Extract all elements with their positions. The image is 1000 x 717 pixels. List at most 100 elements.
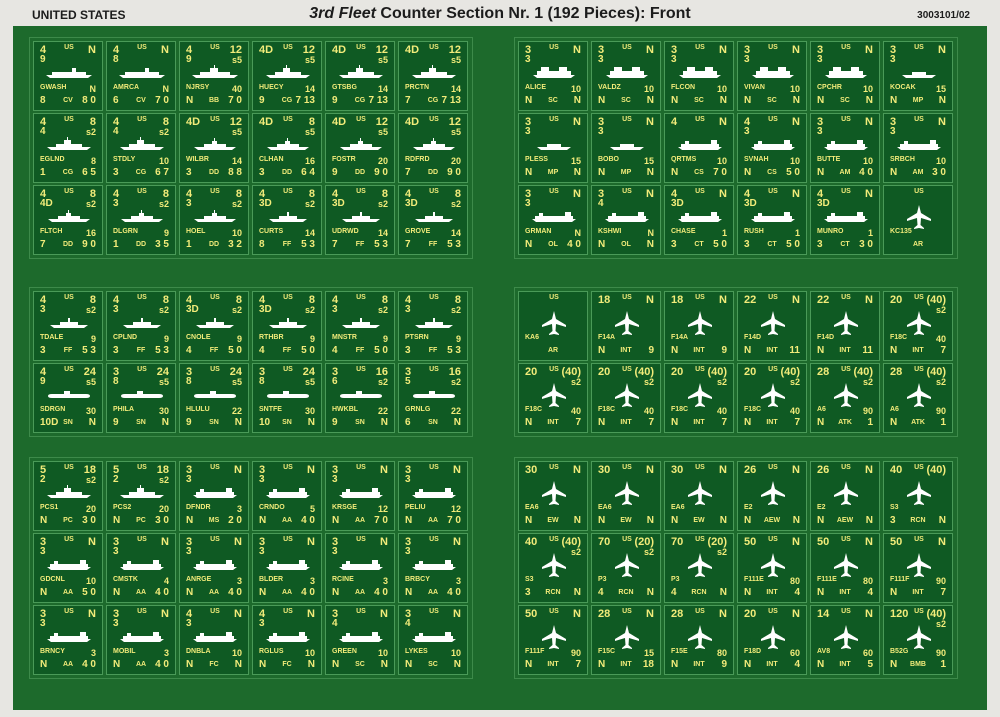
unit-counter[interactable]: 4 3 US 8 s2 MNSTR 9 4 FF 5 0 xyxy=(325,291,395,361)
unit-counter[interactable]: 28 US (40) s2 A6 90 N ATK 1 xyxy=(883,363,953,433)
unit-counter[interactable]: 50 US N F111F 90 N INT 7 xyxy=(883,533,953,603)
unit-counter[interactable]: 3 3 US N MOBIL 3 N AA 4 0 xyxy=(106,605,176,675)
unit-counter[interactable]: 4 3 US N DNBLA 10 N FC N xyxy=(179,605,249,675)
unit-counter[interactable]: 3 3 US N GRMAN N N OL 4 0 xyxy=(518,185,588,255)
unit-counter[interactable]: 3 3 US N BUTTE 10 N AM 4 0 xyxy=(810,113,880,183)
counter-name: E2 xyxy=(744,504,753,511)
unit-counter[interactable]: 3 8 US 24 s5 PHILA 30 9 SN N xyxy=(106,363,176,433)
unit-counter[interactable]: 3 3 US N VIVAN 10 N SC N xyxy=(737,41,807,111)
unit-counter[interactable]: 3 3 US N PLESS 15 N MP N xyxy=(518,113,588,183)
unit-counter[interactable]: 5 2 US 18 s2 PCS2 20 N PC 3 0 xyxy=(106,461,176,531)
unit-counter[interactable]: 3 3 US N PELIU 12 N AA 7 0 xyxy=(398,461,468,531)
unit-counter[interactable]: 3 5 US 16 s2 GRNLG 22 6 SN N xyxy=(398,363,468,433)
unit-counter[interactable]: 3 3 US N SRBCH 10 N AM 3 0 xyxy=(883,113,953,183)
unit-counter[interactable]: 3 8 US 24 s5 SNTFE 30 10 SN N xyxy=(252,363,322,433)
unit-counter[interactable]: 3 3 US N BLDER 3 N AA 4 0 xyxy=(252,533,322,603)
unit-counter[interactable]: 3 3 US N VALDZ 10 N SC N xyxy=(591,41,661,111)
unit-counter[interactable]: 40 US (40) s2 S3 3 RCN N xyxy=(518,533,588,603)
unit-counter[interactable]: 3 3 US N CMSTK 4 N AA 4 0 xyxy=(106,533,176,603)
unit-counter[interactable]: 3 3 US N GDCNL 10 N AA 5 0 xyxy=(33,533,103,603)
unit-counter[interactable]: 26 US N E2 N AEW N xyxy=(737,461,807,531)
unit-counter[interactable]: 70 US (20) s2 P3 4 RCN N xyxy=(591,533,661,603)
unit-counter[interactable]: US KA6 AR xyxy=(518,291,588,361)
unit-counter[interactable]: 4 3D US N CHASE 1 3 CT 5 0 xyxy=(664,185,734,255)
unit-counter[interactable]: 70 US (20) s2 P3 4 RCN N xyxy=(664,533,734,603)
unit-counter[interactable]: 4D US 12 s5 GTSBG 14 9 CG 7 13 xyxy=(325,41,395,111)
unit-counter[interactable]: 30 US N EA6 N EW N xyxy=(664,461,734,531)
unit-counter[interactable]: 4 3D US N RUSH 1 3 CT 5 0 xyxy=(737,185,807,255)
unit-counter[interactable]: 4 3 US 8 s2 DLGRN 9 1 DD 3 5 xyxy=(106,185,176,255)
unit-counter[interactable]: 4 US N QRTMS 10 N CS 7 0 xyxy=(664,113,734,183)
unit-counter[interactable]: 26 US N E2 N AEW N xyxy=(810,461,880,531)
unit-counter[interactable]: 4D US 12 s5 FOSTR 20 9 DD 9 0 xyxy=(325,113,395,183)
unit-counter[interactable]: 3 3 US N ANRGE 3 N AA 4 0 xyxy=(179,533,249,603)
nation-mark: US xyxy=(549,294,559,301)
counter-bottom-right: 7 13 xyxy=(295,95,315,106)
unit-counter[interactable]: 4D US 8 s5 CLHAN 16 3 DD 6 4 xyxy=(252,113,322,183)
unit-counter[interactable]: 3 4 US N KSHWI N N OL N xyxy=(591,185,661,255)
unit-counter[interactable]: 3 3 US N ALICE 10 N SC N xyxy=(518,41,588,111)
unit-counter[interactable]: 18 US N F14A N INT 9 xyxy=(664,291,734,361)
unit-counter[interactable]: 3 6 US 16 s2 HWKBL 22 9 SN N xyxy=(325,363,395,433)
unit-counter[interactable]: 3 4 US N GREEN 10 N SC N xyxy=(325,605,395,675)
unit-counter[interactable]: 3 3 US N BRNCY 3 N AA 4 0 xyxy=(33,605,103,675)
unit-counter[interactable]: 4 3 US 8 s2 HOEL 10 1 DD 3 2 xyxy=(179,185,249,255)
unit-counter[interactable]: 120 US (40) s2 B52G 90 N BMB 1 xyxy=(883,605,953,675)
unit-counter[interactable]: 4 3D US N MUNRO 1 3 CT 3 0 xyxy=(810,185,880,255)
unit-counter[interactable]: 3 3 US N KOCAK 15 N MP N xyxy=(883,41,953,111)
unit-counter[interactable]: 4 3D US 8 s2 UDRWD 14 7 FF 5 3 xyxy=(325,185,395,255)
counter-name: F111F xyxy=(890,576,910,583)
unit-counter[interactable]: 4 9 US N GWASH N 8 CV 8 0 xyxy=(33,41,103,111)
unit-counter[interactable]: 4D US 12 s5 RDFRD 20 7 DD 9 0 xyxy=(398,113,468,183)
unit-counter[interactable]: 14 US N AV8 60 N INT 5 xyxy=(810,605,880,675)
unit-counter[interactable]: 4 3D US 8 s2 GROVE 14 7 FF 5 3 xyxy=(398,185,468,255)
unit-counter[interactable]: 20 US N F18D 60 N INT 4 xyxy=(737,605,807,675)
unit-counter[interactable]: 4 3 US N SVNAH 10 N CS 5 0 xyxy=(737,113,807,183)
unit-counter[interactable]: 50 US N F111E 80 N INT 4 xyxy=(810,533,880,603)
unit-counter[interactable]: 3 3 US N BOBO 15 N MP N xyxy=(591,113,661,183)
unit-counter[interactable]: 4 3 US 8 s2 TDALE 9 3 FF 5 3 xyxy=(33,291,103,361)
unit-counter[interactable]: 28 US N F15E 80 N INT 9 xyxy=(664,605,734,675)
unit-counter[interactable]: 30 US N EA6 N EW N xyxy=(591,461,661,531)
unit-counter[interactable]: 3 3 US N KRSGE 12 N AA 7 0 xyxy=(325,461,395,531)
unit-counter[interactable]: 50 US N F111F 90 N INT 7 xyxy=(518,605,588,675)
unit-counter[interactable]: 30 US N EA6 N EW N xyxy=(518,461,588,531)
unit-counter[interactable]: 22 US N F14D N INT 11 xyxy=(737,291,807,361)
unit-counter[interactable]: 3 3 US N DFNDR 3 N MS 2 0 xyxy=(179,461,249,531)
unit-counter[interactable]: 3 3 US N FLCON 10 N SC N xyxy=(664,41,734,111)
unit-counter[interactable]: 5 2 US 18 s2 PCS1 20 N PC 3 0 xyxy=(33,461,103,531)
unit-counter[interactable]: 4 3D US 8 s2 CURTS 14 8 FF 5 3 xyxy=(252,185,322,255)
unit-counter[interactable]: 4D US 12 s5 PRCTN 14 7 CG 7 13 xyxy=(398,41,468,111)
unit-counter[interactable]: 20 US (40) s2 F18C 40 N INT 7 xyxy=(883,291,953,361)
unit-counter[interactable]: 3 3 US N RCINE 3 N AA 4 0 xyxy=(325,533,395,603)
unit-counter[interactable]: 28 US (40) s2 A6 90 N ATK 1 xyxy=(810,363,880,433)
unit-counter[interactable]: 4 4D US 8 s2 FLTCH 16 7 DD 9 0 xyxy=(33,185,103,255)
unit-counter[interactable]: 20 US (40) s2 F18C 40 N INT 7 xyxy=(664,363,734,433)
unit-counter[interactable]: 4D US 12 s5 WILBR 14 3 DD 8 8 xyxy=(179,113,249,183)
unit-counter[interactable]: 3 8 US 24 s5 HLULU 22 9 SN N xyxy=(179,363,249,433)
unit-counter[interactable]: 4 4 US 8 s2 STDLY 10 3 CG 6 7 xyxy=(106,113,176,183)
unit-counter[interactable]: 3 3 US N CPCHR 10 N SC N xyxy=(810,41,880,111)
unit-counter[interactable]: 3 3 US N BRBCY 3 N AA 4 0 xyxy=(398,533,468,603)
unit-counter[interactable]: 28 US N F15C 15 N INT 18 xyxy=(591,605,661,675)
unit-counter[interactable]: 4 3 US 8 s2 PTSRN 9 3 FF 5 3 xyxy=(398,291,468,361)
unit-counter[interactable]: 4D US 12 s5 HUECY 14 9 CG 7 13 xyxy=(252,41,322,111)
unit-counter[interactable]: 4 4 US 8 s2 EGLND 8 1 CG 6 5 xyxy=(33,113,103,183)
unit-counter[interactable]: 4 3 US 8 s2 CPLND 9 3 FF 5 3 xyxy=(106,291,176,361)
unit-counter[interactable]: 18 US N F14A N INT 9 xyxy=(591,291,661,361)
unit-counter[interactable]: 20 US (40) s2 F18C 40 N INT 7 xyxy=(518,363,588,433)
unit-counter[interactable]: 3 3 US N CRNDO 5 N AA 4 0 xyxy=(252,461,322,531)
unit-counter[interactable]: 4 3D US 8 s2 RTHBR 9 4 FF 5 0 xyxy=(252,291,322,361)
unit-counter[interactable]: 20 US (40) s2 F18C 40 N INT 7 xyxy=(591,363,661,433)
unit-counter[interactable]: 4 3 US N RGLUS 10 N FC N xyxy=(252,605,322,675)
unit-counter[interactable]: 3 4 US N LYKES 10 N SC N xyxy=(398,605,468,675)
unit-counter[interactable]: 4 9 US 24 s5 SDRGN 30 10D SN N xyxy=(33,363,103,433)
unit-counter[interactable]: 50 US N F111E 80 N INT 4 xyxy=(737,533,807,603)
unit-counter[interactable]: 4 9 US 12 s5 NJRSY 40 N BB 7 0 xyxy=(179,41,249,111)
unit-counter[interactable]: 22 US N F14D N INT 11 xyxy=(810,291,880,361)
unit-counter[interactable]: 4 3D US 8 s2 CNOLE 9 4 FF 5 0 xyxy=(179,291,249,361)
unit-counter[interactable]: 4 8 US N AMRCA N 6 CV 7 0 xyxy=(106,41,176,111)
unit-counter[interactable]: 40 US (40) S3 3 RCN N xyxy=(883,461,953,531)
unit-counter[interactable]: 20 US (40) s2 F18C 40 N INT 7 xyxy=(737,363,807,433)
unit-counter[interactable]: US KC135 AR xyxy=(883,185,953,255)
